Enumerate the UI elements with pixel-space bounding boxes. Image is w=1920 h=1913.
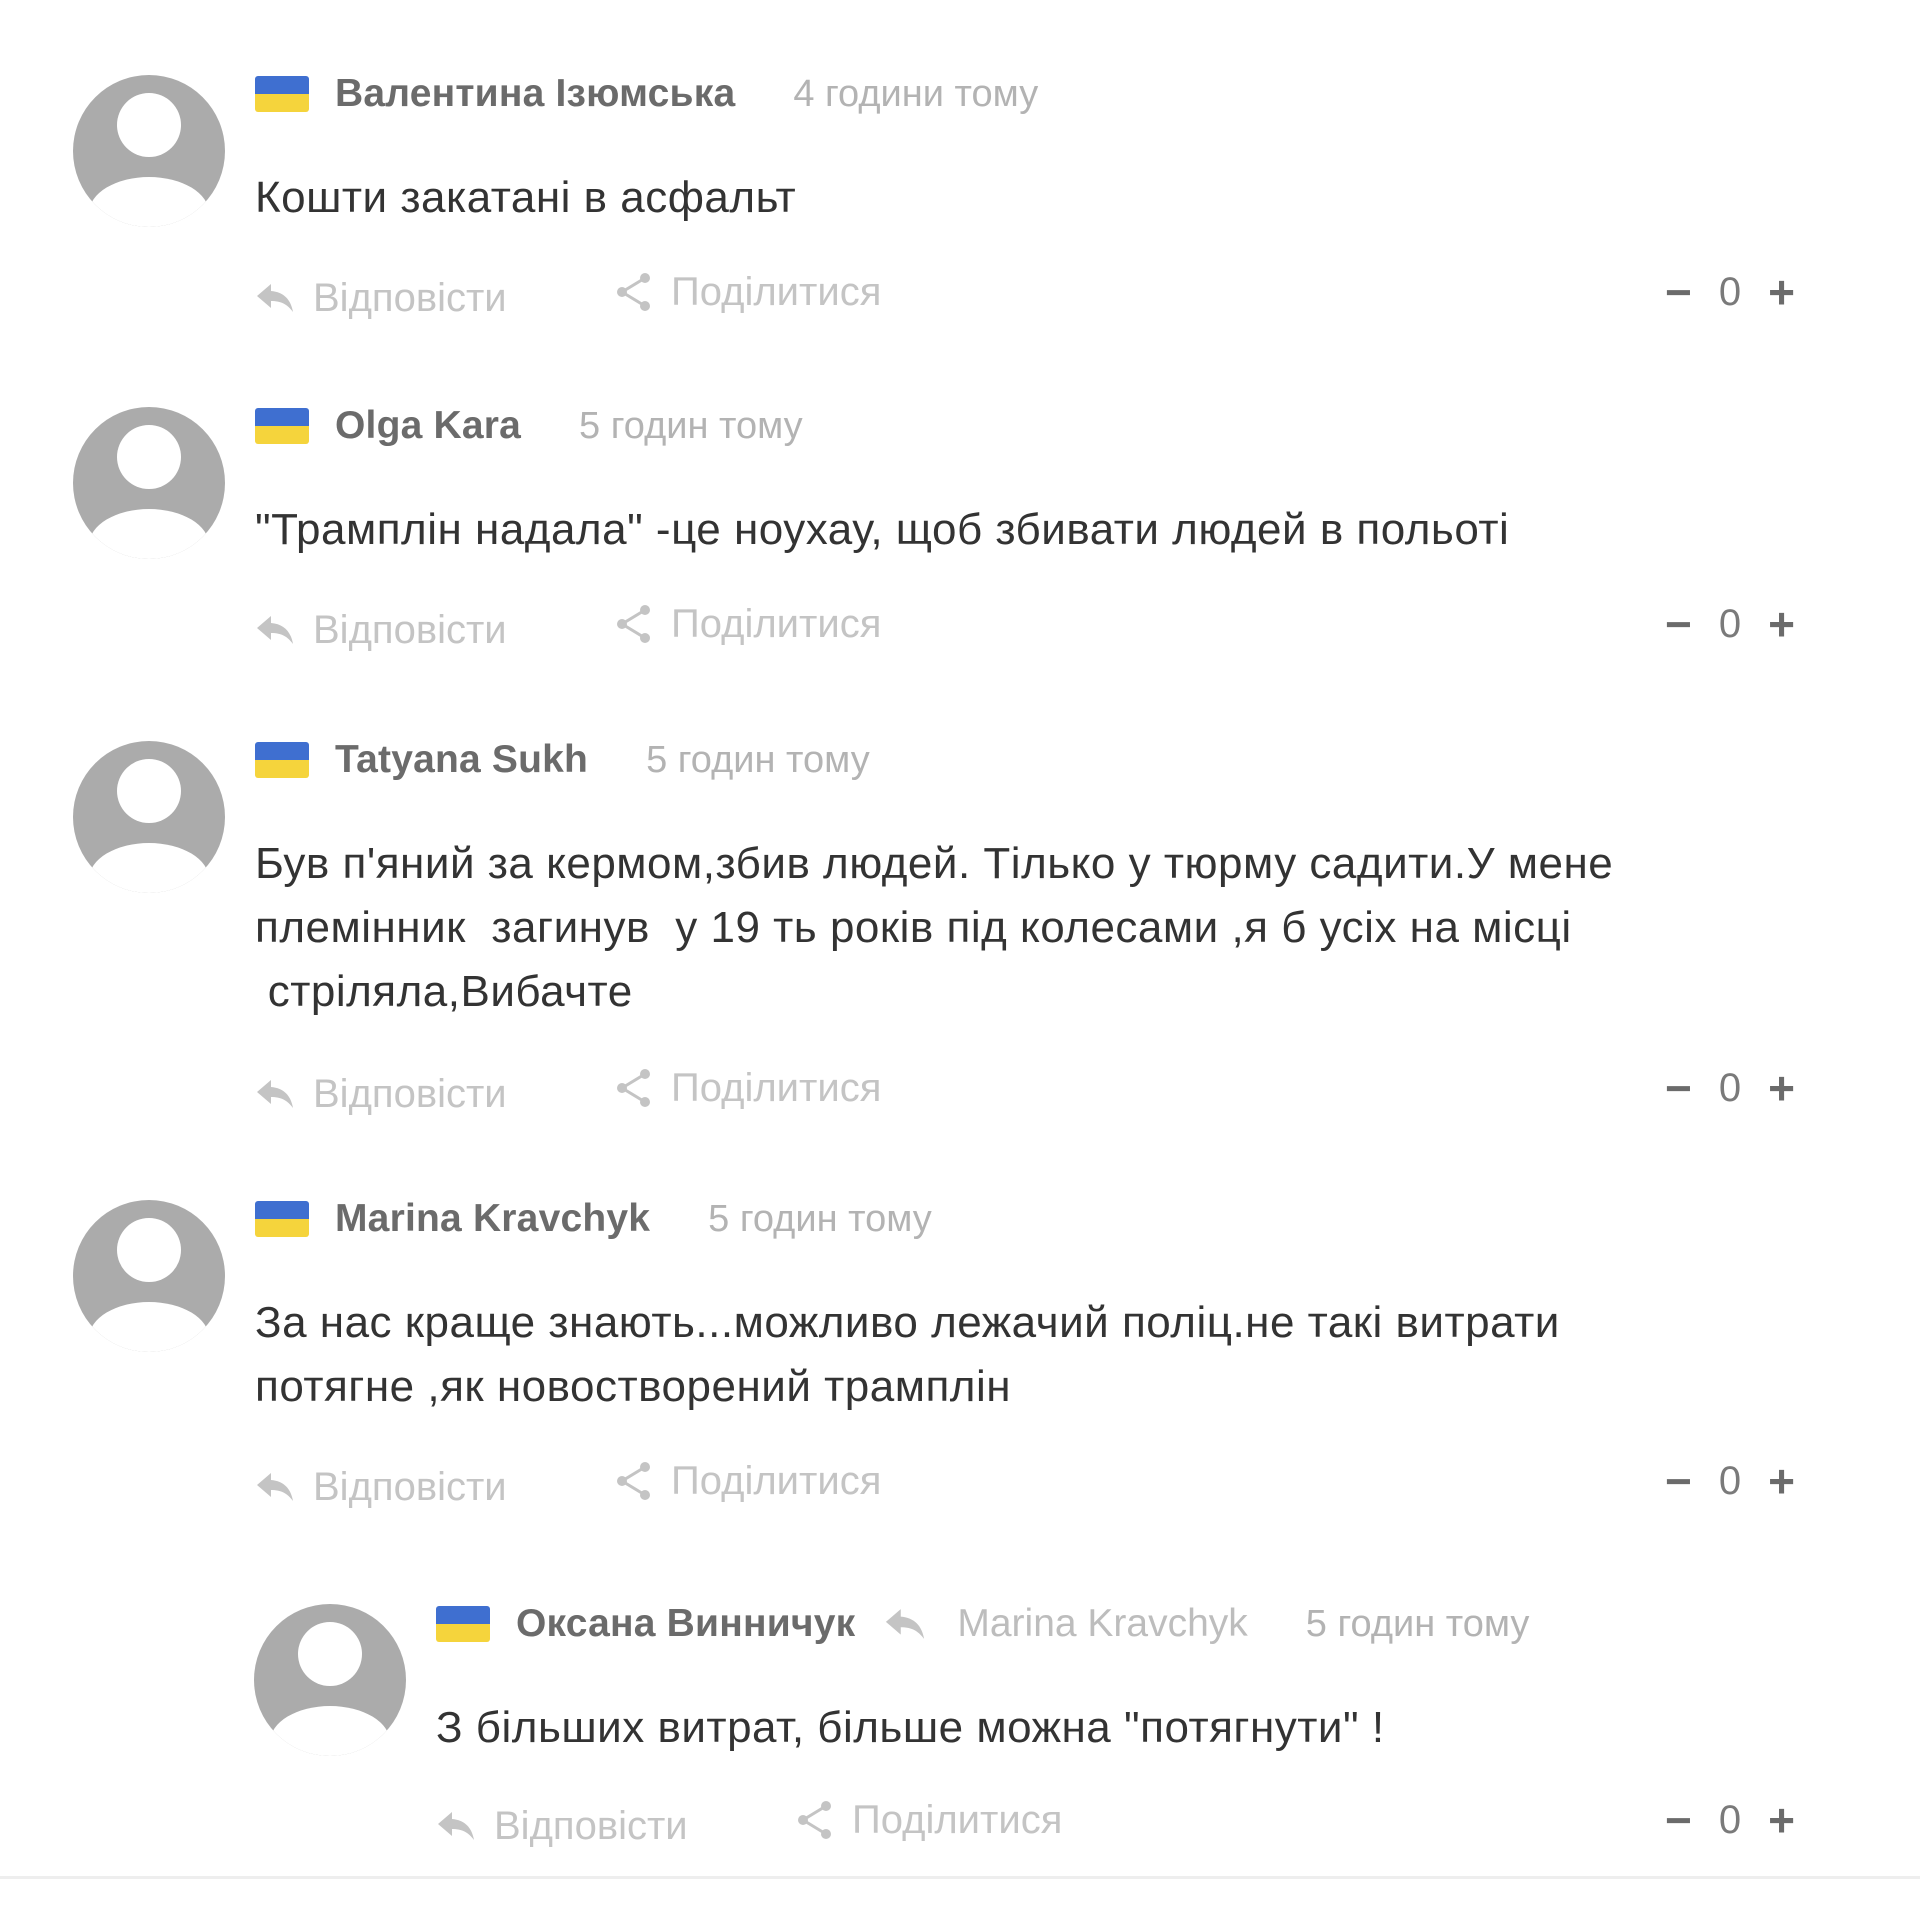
comment-body: Marina Kravchyk 5 годин тому За нас кращ…: [255, 1195, 1920, 1535]
comment-time[interactable]: 4 години тому: [793, 73, 1038, 116]
comment-header: Marina Kravchyk 5 годин тому: [255, 1195, 932, 1243]
vote-control: − 0 +: [1665, 594, 1795, 654]
share-button[interactable]: Поділитися: [615, 1058, 881, 1118]
comment-header: Tatyana Sukh 5 годин тому: [255, 736, 870, 784]
default-user-avatar-icon[interactable]: [254, 1604, 406, 1756]
comment-actions: Відповісти Поділитися − 0 +: [255, 1451, 1795, 1511]
comment-author[interactable]: Валентина Ізюмська: [335, 72, 735, 116]
share-button[interactable]: Поділитися: [796, 1790, 1062, 1850]
reply-arrow-icon: [438, 1812, 474, 1840]
comment-header: Olga Kara 5 годин тому: [255, 402, 803, 450]
vote-up-button[interactable]: +: [1768, 1458, 1795, 1504]
vote-control: − 0 +: [1665, 1451, 1795, 1511]
reply-button[interactable]: Відповісти: [255, 1064, 507, 1124]
vote-control: − 0 +: [1665, 262, 1795, 322]
reply-label: Відповісти: [313, 607, 507, 652]
comment-author[interactable]: Olga Kara: [335, 404, 521, 448]
comment-body: Валентина Ізюмська 4 години тому Кошти з…: [255, 70, 1920, 340]
share-icon: [617, 273, 650, 311]
comment-actions: Відповісти Поділитися − 0 +: [436, 1790, 1795, 1850]
vote-down-button[interactable]: −: [1665, 269, 1692, 315]
vote-down-button[interactable]: −: [1665, 601, 1692, 647]
vote-control: − 0 +: [1665, 1790, 1795, 1850]
share-icon: [617, 605, 650, 643]
reply-arrow-icon: [886, 1609, 925, 1639]
reply-arrow-icon: [257, 616, 293, 644]
comment-header: Валентина Ізюмська 4 години тому: [255, 70, 1038, 118]
default-user-avatar-icon[interactable]: [73, 407, 225, 559]
share-button[interactable]: Поділитися: [615, 594, 881, 654]
share-label: Поділитися: [671, 601, 882, 646]
comment-text: За нас краще знають...можливо лежачий по…: [255, 1298, 1560, 1411]
vote-down-button[interactable]: −: [1665, 1065, 1692, 1111]
comment-body: Tatyana Sukh 5 годин тому Був п'яний за …: [255, 736, 1920, 1136]
comment-body: Оксана Винничук Marina Kravchyk 5 годин …: [436, 1600, 1920, 1870]
reply-button[interactable]: Відповісти: [255, 1457, 507, 1517]
reply-arrow-icon: [257, 284, 293, 312]
vote-up-button[interactable]: +: [1768, 1065, 1795, 1111]
comment-text: Кошти закатані в асфальт: [255, 173, 797, 222]
reply-label: Відповісти: [313, 1071, 507, 1116]
ukraine-flag-icon: [255, 76, 309, 112]
comment-text: Був п'яний за кермом,збив людей. Тілько …: [255, 839, 1614, 1016]
reply-button[interactable]: Відповісти: [255, 268, 507, 328]
vote-control: − 0 +: [1665, 1058, 1795, 1118]
reply-to[interactable]: Marina Kravchyk: [883, 1602, 1248, 1646]
comment-author[interactable]: Оксана Винничук: [516, 1602, 855, 1646]
share-icon: [617, 1462, 650, 1500]
vote-up-button[interactable]: +: [1768, 601, 1795, 647]
comment-time[interactable]: 5 годин тому: [579, 405, 803, 448]
default-user-avatar-icon[interactable]: [73, 75, 225, 227]
comment-time[interactable]: 5 годин тому: [708, 1198, 932, 1241]
vote-up-button[interactable]: +: [1768, 1797, 1795, 1843]
default-user-avatar-icon[interactable]: [73, 741, 225, 893]
comment-text: З більших витрат, більше можна "потягнут…: [436, 1703, 1385, 1752]
reply-arrow-icon: [257, 1080, 293, 1108]
share-label: Поділитися: [852, 1797, 1063, 1842]
reply-label: Відповісти: [313, 275, 507, 320]
divider: [0, 1876, 1920, 1879]
comment-body: Olga Kara 5 годин тому "Трамплін надала"…: [255, 402, 1920, 672]
reply-button[interactable]: Відповісти: [436, 1796, 688, 1856]
vote-count: 0: [1718, 1797, 1742, 1842]
vote-count: 0: [1718, 1065, 1742, 1110]
comment-time[interactable]: 5 годин тому: [1306, 1603, 1530, 1646]
comments-list: Валентина Ізюмська 4 години тому Кошти з…: [0, 0, 1920, 1913]
comment-author[interactable]: Marina Kravchyk: [335, 1197, 650, 1241]
comment-author[interactable]: Tatyana Sukh: [335, 738, 588, 782]
vote-count: 0: [1718, 269, 1742, 314]
vote-down-button[interactable]: −: [1665, 1458, 1692, 1504]
share-icon: [617, 1069, 650, 1107]
ukraine-flag-icon: [436, 1606, 490, 1642]
share-label: Поділитися: [671, 1458, 882, 1503]
vote-count: 0: [1718, 1458, 1742, 1503]
ukraine-flag-icon: [255, 1201, 309, 1237]
share-label: Поділитися: [671, 269, 882, 314]
default-user-avatar-icon[interactable]: [73, 1200, 225, 1352]
share-button[interactable]: Поділитися: [615, 1451, 881, 1511]
vote-down-button[interactable]: −: [1665, 1797, 1692, 1843]
reply-arrow-icon: [257, 1473, 293, 1501]
comment-time[interactable]: 5 годин тому: [646, 739, 870, 782]
comment-actions: Відповісти Поділитися − 0 +: [255, 262, 1795, 322]
reply-label: Відповісти: [313, 1464, 507, 1509]
vote-count: 0: [1718, 601, 1742, 646]
share-icon: [798, 1801, 831, 1839]
comment-header: Оксана Винничук Marina Kravchyk 5 годин …: [436, 1600, 1529, 1648]
share-label: Поділитися: [671, 1065, 882, 1110]
vote-up-button[interactable]: +: [1768, 269, 1795, 315]
reply-button[interactable]: Відповісти: [255, 600, 507, 660]
reply-to-author[interactable]: Marina Kravchyk: [957, 1602, 1247, 1646]
comment-actions: Відповісти Поділитися − 0 +: [255, 1058, 1795, 1118]
ukraine-flag-icon: [255, 408, 309, 444]
comment-actions: Відповісти Поділитися − 0 +: [255, 594, 1795, 654]
comment-text: "Трамплін надала" -це ноухау, щоб збиват…: [255, 505, 1510, 554]
reply-label: Відповісти: [494, 1803, 688, 1848]
share-button[interactable]: Поділитися: [615, 262, 881, 322]
ukraine-flag-icon: [255, 742, 309, 778]
